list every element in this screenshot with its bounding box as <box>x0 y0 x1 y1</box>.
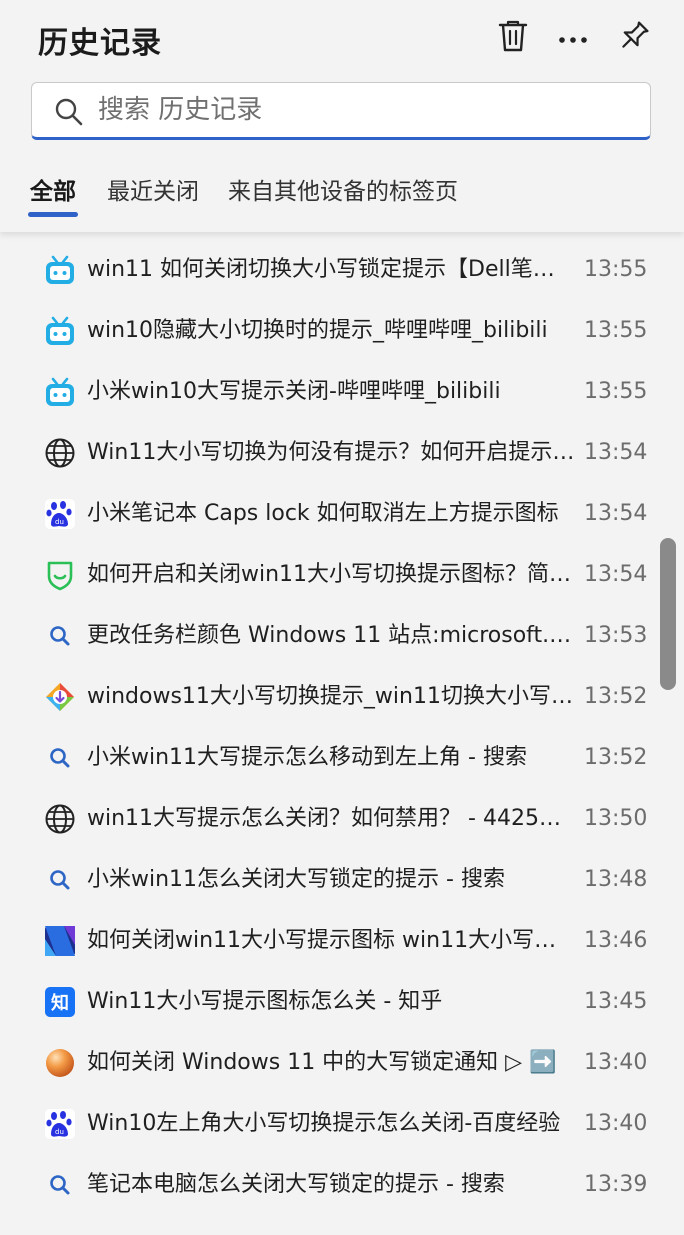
tab-other-devices[interactable]: 来自其他设备的标签页 <box>228 172 458 206</box>
history-item-title: 如何关闭win11大小写提示图标 win11大小写提示怎么关 <box>87 928 575 953</box>
history-tabs: 全部 最近关闭 来自其他设备的标签页 <box>0 172 684 220</box>
history-item-time: 13:54 <box>584 501 648 526</box>
history-item-title: win10隐藏大小切换时的提示_哔哩哔哩_bilibili <box>87 318 548 343</box>
delete-history-button[interactable] <box>493 18 533 58</box>
svg-text:du: du <box>55 518 64 526</box>
search-icon <box>44 742 76 774</box>
history-item-title: Win11大小写提示图标怎么关 - 知乎 <box>87 989 443 1014</box>
history-item-time: 13:54 <box>584 562 648 587</box>
active-tab-indicator <box>28 212 78 217</box>
pin-icon <box>617 19 651 57</box>
history-item-time: 13:54 <box>584 440 648 465</box>
orange-sphere-icon <box>44 1047 76 1079</box>
tab-recently-closed[interactable]: 最近关闭 <box>107 172 199 206</box>
history-item-time: 13:53 <box>584 623 648 648</box>
history-item[interactable]: 笔记本电脑怎么关闭大写锁定的提示 - 搜索 13:39 <box>0 1155 660 1216</box>
pin-panel-button[interactable] <box>614 18 654 58</box>
trash-icon <box>498 19 528 57</box>
zhihu-icon: 知 <box>44 986 76 1018</box>
globe-icon <box>44 803 76 835</box>
history-item[interactable]: Win11大小写切换为何没有提示？如何开启提示功能 13:54 <box>0 423 660 484</box>
history-item-time: 13:40 <box>584 1050 648 1075</box>
bilibili-icon <box>44 376 76 408</box>
history-item[interactable]: du Win10左上角大小写切换提示怎么关闭-百度经验 13:40 <box>0 1094 660 1155</box>
history-item-time: 13:55 <box>584 318 648 343</box>
history-item-title: 如何关闭 Windows 11 中的大写锁定通知 ▷ ➡️ <box>87 1050 557 1075</box>
history-item-title: 更改任务栏颜色 Windows 11 站点:microsoft.com - 搜索 <box>87 623 575 648</box>
baidu-paw-icon: du <box>44 1108 76 1140</box>
history-item[interactable]: win11 如何关闭切换大小写锁定提示【Dell笔记本】_哔哩哔哩_bilibi… <box>0 240 660 301</box>
svg-text:du: du <box>55 1128 64 1136</box>
history-item-title: Win10左上角大小写切换提示怎么关闭-百度经验 <box>87 1111 561 1136</box>
history-list: win11 如何关闭切换大小写锁定提示【Dell笔记本】_哔哩哔哩_bilibi… <box>0 240 660 1216</box>
history-item[interactable]: 知 Win11大小写提示图标怎么关 - 知乎 13:45 <box>0 972 660 1033</box>
search-input[interactable] <box>98 89 628 131</box>
history-item-time: 13:45 <box>584 989 648 1014</box>
history-item-title: Win11大小写切换为何没有提示？如何开启提示功能 <box>87 440 575 465</box>
tile-site-icon <box>44 925 76 957</box>
more-options-button[interactable] <box>553 18 593 58</box>
history-item[interactable]: win10隐藏大小切换时的提示_哔哩哔哩_bilibili 13:55 <box>0 301 660 362</box>
history-item[interactable]: win11大写提示怎么关闭？如何禁用？ - 4425教程网 13:50 <box>0 789 660 850</box>
history-item-time: 13:46 <box>584 928 648 953</box>
history-item[interactable]: 小米win11大写提示怎么移动到左上角 - 搜索 13:52 <box>0 728 660 789</box>
globe-icon <box>44 437 76 469</box>
history-item[interactable]: windows11大小写切换提示_win11切换大小写弹出提示 13:52 <box>0 667 660 728</box>
history-item-title: 小米win10大写提示关闭-哔哩哔哩_bilibili <box>87 379 501 404</box>
history-item[interactable]: 小米win11怎么关闭大写锁定的提示 - 搜索 13:48 <box>0 850 660 911</box>
history-item-time: 13:55 <box>584 257 648 282</box>
history-item[interactable]: 更改任务栏颜色 Windows 11 站点:microsoft.com - 搜索… <box>0 606 660 667</box>
history-item-time: 13:50 <box>584 806 648 831</box>
history-item-title: win11 如何关闭切换大小写锁定提示【Dell笔记本】_哔哩哔哩_bilibi… <box>87 257 575 282</box>
more-horizontal-icon <box>558 29 588 48</box>
scrollbar-thumb[interactable] <box>660 538 676 690</box>
bilibili-icon <box>44 315 76 347</box>
shield-site-icon <box>44 559 76 591</box>
history-item-title: 如何开启和关闭win11大小写切换提示图标？简单方法 <box>87 562 575 587</box>
history-item-time: 13:55 <box>584 379 648 404</box>
history-item-time: 13:48 <box>584 867 648 892</box>
svg-text:知: 知 <box>51 992 69 1014</box>
history-item-time: 13:39 <box>584 1172 648 1197</box>
history-item-title: win11大写提示怎么关闭？如何禁用？ - 4425教程网 <box>87 806 575 831</box>
history-item[interactable]: 如何关闭win11大小写提示图标 win11大小写提示怎么关 13:46 <box>0 911 660 972</box>
page-title: 历史记录 <box>38 26 162 61</box>
history-item-title: 小米笔记本 Caps lock 如何取消左上方提示图标 <box>87 501 559 526</box>
search-icon <box>44 620 76 652</box>
history-item[interactable]: du 小米笔记本 Caps lock 如何取消左上方提示图标 13:54 <box>0 484 660 545</box>
history-item[interactable]: 如何开启和关闭win11大小写切换提示图标？简单方法 13:54 <box>0 545 660 606</box>
history-item[interactable]: 小米win10大写提示关闭-哔哩哔哩_bilibili 13:55 <box>0 362 660 423</box>
search-icon <box>54 97 84 131</box>
search-icon <box>44 864 76 896</box>
history-item-title: 小米win11怎么关闭大写锁定的提示 - 搜索 <box>87 867 505 892</box>
history-item-title: 小米win11大写提示怎么移动到左上角 - 搜索 <box>87 745 527 770</box>
history-item-title: 笔记本电脑怎么关闭大写锁定的提示 - 搜索 <box>87 1172 505 1197</box>
history-item-title: windows11大小写切换提示_win11切换大小写弹出提示 <box>87 684 575 709</box>
bilibili-icon <box>44 254 76 286</box>
history-item-time: 13:52 <box>584 745 648 770</box>
history-item[interactable]: 如何关闭 Windows 11 中的大写锁定通知 ▷ ➡️ 13:40 <box>0 1033 660 1094</box>
tab-all[interactable]: 全部 <box>30 172 76 206</box>
history-item-time: 13:52 <box>584 684 648 709</box>
search-icon <box>44 1169 76 1201</box>
baidu-paw-icon: du <box>44 498 76 530</box>
history-item-time: 13:40 <box>584 1111 648 1136</box>
search-box[interactable] <box>31 82 651 140</box>
colorful-site-icon <box>44 681 76 713</box>
history-panel-header: 历史记录 搜索 历史记录 全部 最近关闭 来自其他设备的标签页 <box>0 0 684 232</box>
